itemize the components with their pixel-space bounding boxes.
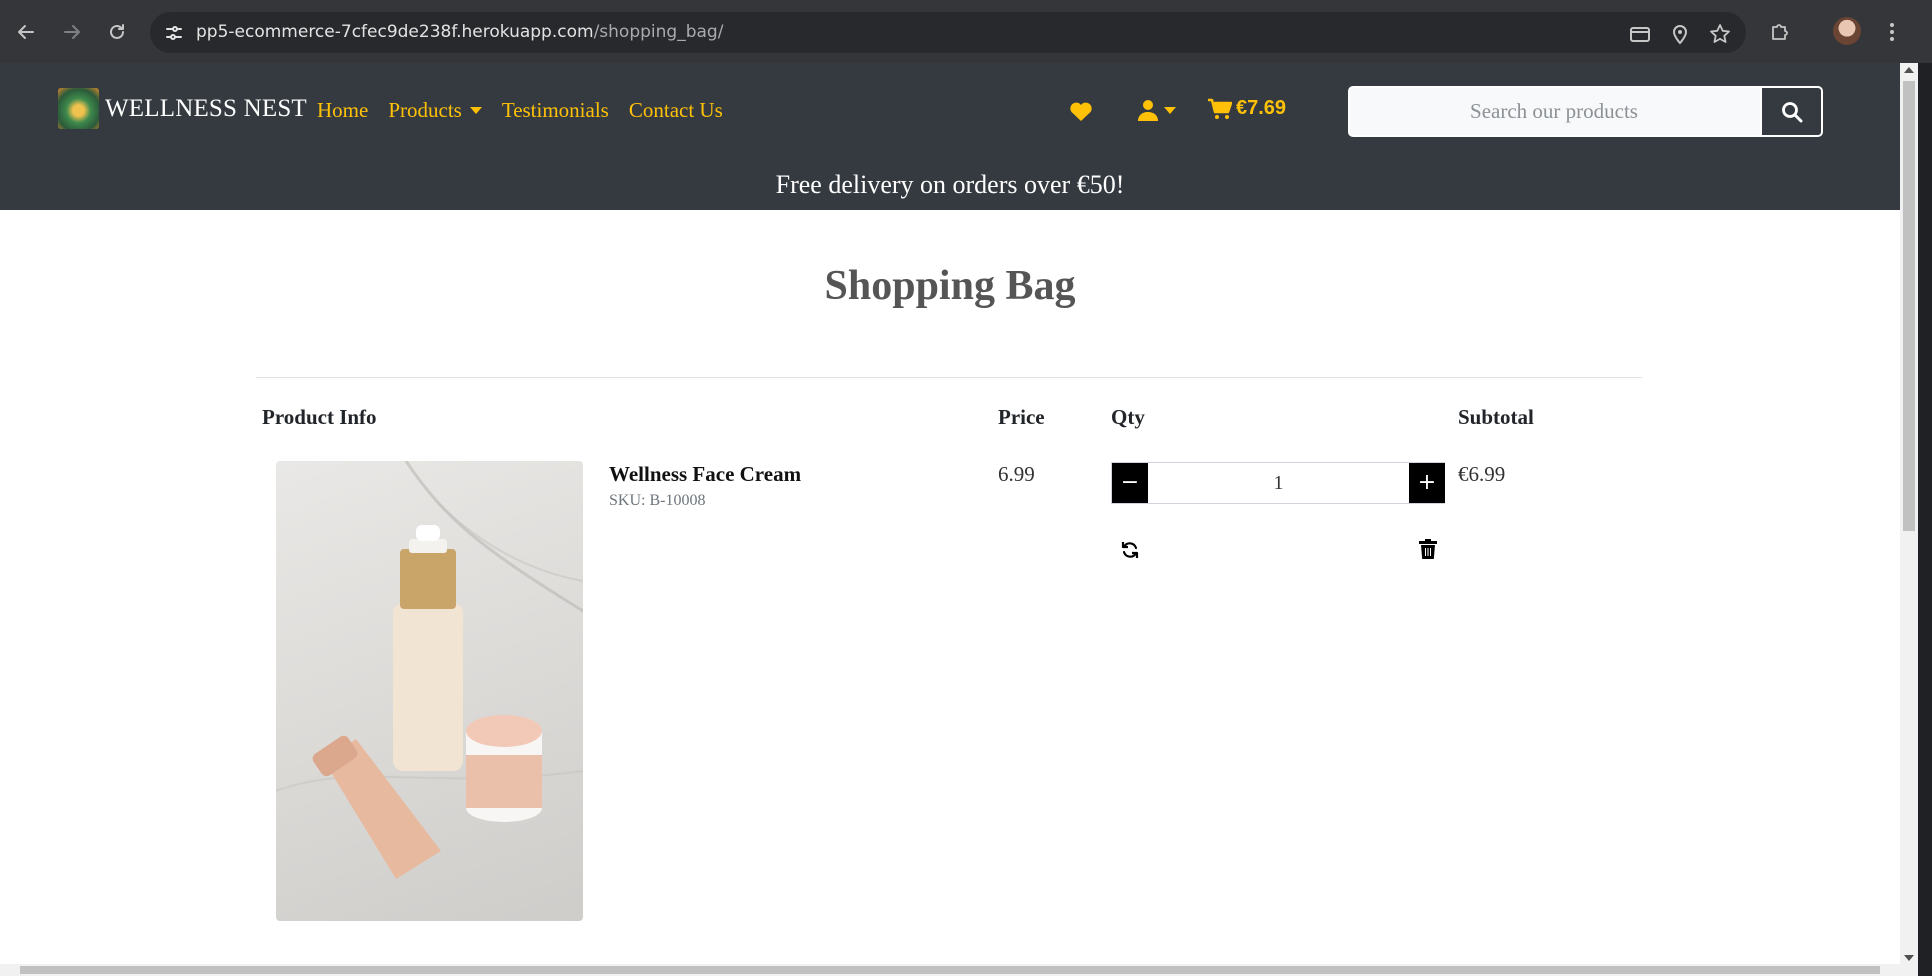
product-photo [276, 461, 583, 879]
reload-button[interactable] [101, 16, 133, 48]
product-price: 6.99 [998, 462, 1035, 486]
quantity-stepper: − 1 + [1111, 462, 1445, 504]
url-host: pp5-ecommerce-7cfec9de238f.herokuapp.com [196, 22, 594, 42]
delivery-banner: Free delivery on orders over €50! [775, 170, 1125, 199]
divider [256, 377, 1642, 378]
increment-qty-button[interactable]: + [1409, 463, 1445, 503]
nav-contact-us[interactable]: Contact Us [629, 98, 723, 123]
cart-total: €7.69 [1236, 97, 1287, 119]
search-form [1348, 86, 1823, 137]
search-input[interactable] [1350, 88, 1758, 135]
decrement-qty-button[interactable]: − [1112, 463, 1148, 503]
horizontal-scrollbar[interactable] [0, 964, 1918, 976]
nav-testimonials[interactable]: Testimonials [502, 98, 609, 123]
puzzle-icon[interactable] [1768, 20, 1792, 44]
browser-toolbar: pp5-ecommerce-7cfec9de238f.herokuapp.com… [0, 0, 1932, 63]
main-nav: Home Products Testimonials Contact Us [317, 98, 743, 123]
quantity-input[interactable]: 1 [1148, 463, 1409, 503]
user-icon [1138, 100, 1158, 121]
product-sku: SKU: B-10008 [609, 492, 706, 509]
arrow-left-icon [18, 25, 34, 39]
site-header: WELLNESS NEST Home Products Testimonials… [0, 63, 1900, 210]
product-image [276, 461, 583, 921]
arrow-right-icon [64, 25, 80, 39]
reload-icon [110, 24, 124, 39]
search-icon [1781, 101, 1802, 122]
nav-products[interactable]: Products [388, 98, 482, 123]
nav-products-label: Products [388, 98, 462, 122]
kebab-menu-icon[interactable] [1884, 18, 1900, 46]
url-path: /shopping_bag/ [593, 22, 724, 42]
window-edge [1918, 63, 1932, 976]
brand-link[interactable]: WELLNESS NEST [58, 88, 307, 129]
col-header-product: Product Info [262, 405, 377, 429]
profile-avatar[interactable] [1833, 17, 1861, 45]
back-button[interactable] [10, 16, 42, 48]
tune-icon[interactable] [162, 21, 186, 45]
address-bar[interactable]: pp5-ecommerce-7cfec9de238f.herokuapp.com… [150, 12, 1746, 53]
cart-link[interactable]: €7.69 [1208, 97, 1286, 120]
product-name[interactable]: Wellness Face Cream [609, 462, 801, 487]
refresh-icon[interactable] [1120, 540, 1140, 560]
item-subtotal: €6.99 [1458, 462, 1506, 486]
scrollbar-thumb[interactable] [1903, 81, 1915, 531]
chevron-down-icon [1164, 106, 1176, 114]
cart-icon [1208, 98, 1232, 119]
col-header-price: Price [998, 405, 1045, 429]
chevron-down-icon [469, 107, 482, 114]
col-header-qty: Qty [1111, 405, 1145, 429]
page-title: Shopping Bag [824, 263, 1076, 309]
forward-button[interactable] [56, 16, 88, 48]
brand-name: WELLNESS NEST [105, 94, 307, 122]
vertical-scrollbar[interactable] [1900, 63, 1918, 965]
address-url[interactable]: pp5-ecommerce-7cfec9de238f.herokuapp.com… [196, 22, 723, 42]
nav-home[interactable]: Home [317, 98, 368, 123]
account-menu[interactable] [1138, 99, 1176, 121]
search-button[interactable] [1760, 88, 1821, 135]
trash-icon[interactable] [1419, 539, 1437, 559]
star-icon[interactable] [1708, 22, 1732, 46]
scroll-up-icon[interactable] [1904, 67, 1914, 73]
col-header-subtotal: Subtotal [1458, 405, 1534, 429]
brand-logo [58, 88, 99, 129]
scrollbar-thumb[interactable] [20, 966, 1880, 974]
credit-card-icon[interactable] [1628, 22, 1652, 46]
heart-icon[interactable] [1068, 99, 1094, 123]
scroll-down-icon[interactable] [1904, 955, 1914, 961]
location-pin-icon[interactable] [1668, 22, 1692, 46]
